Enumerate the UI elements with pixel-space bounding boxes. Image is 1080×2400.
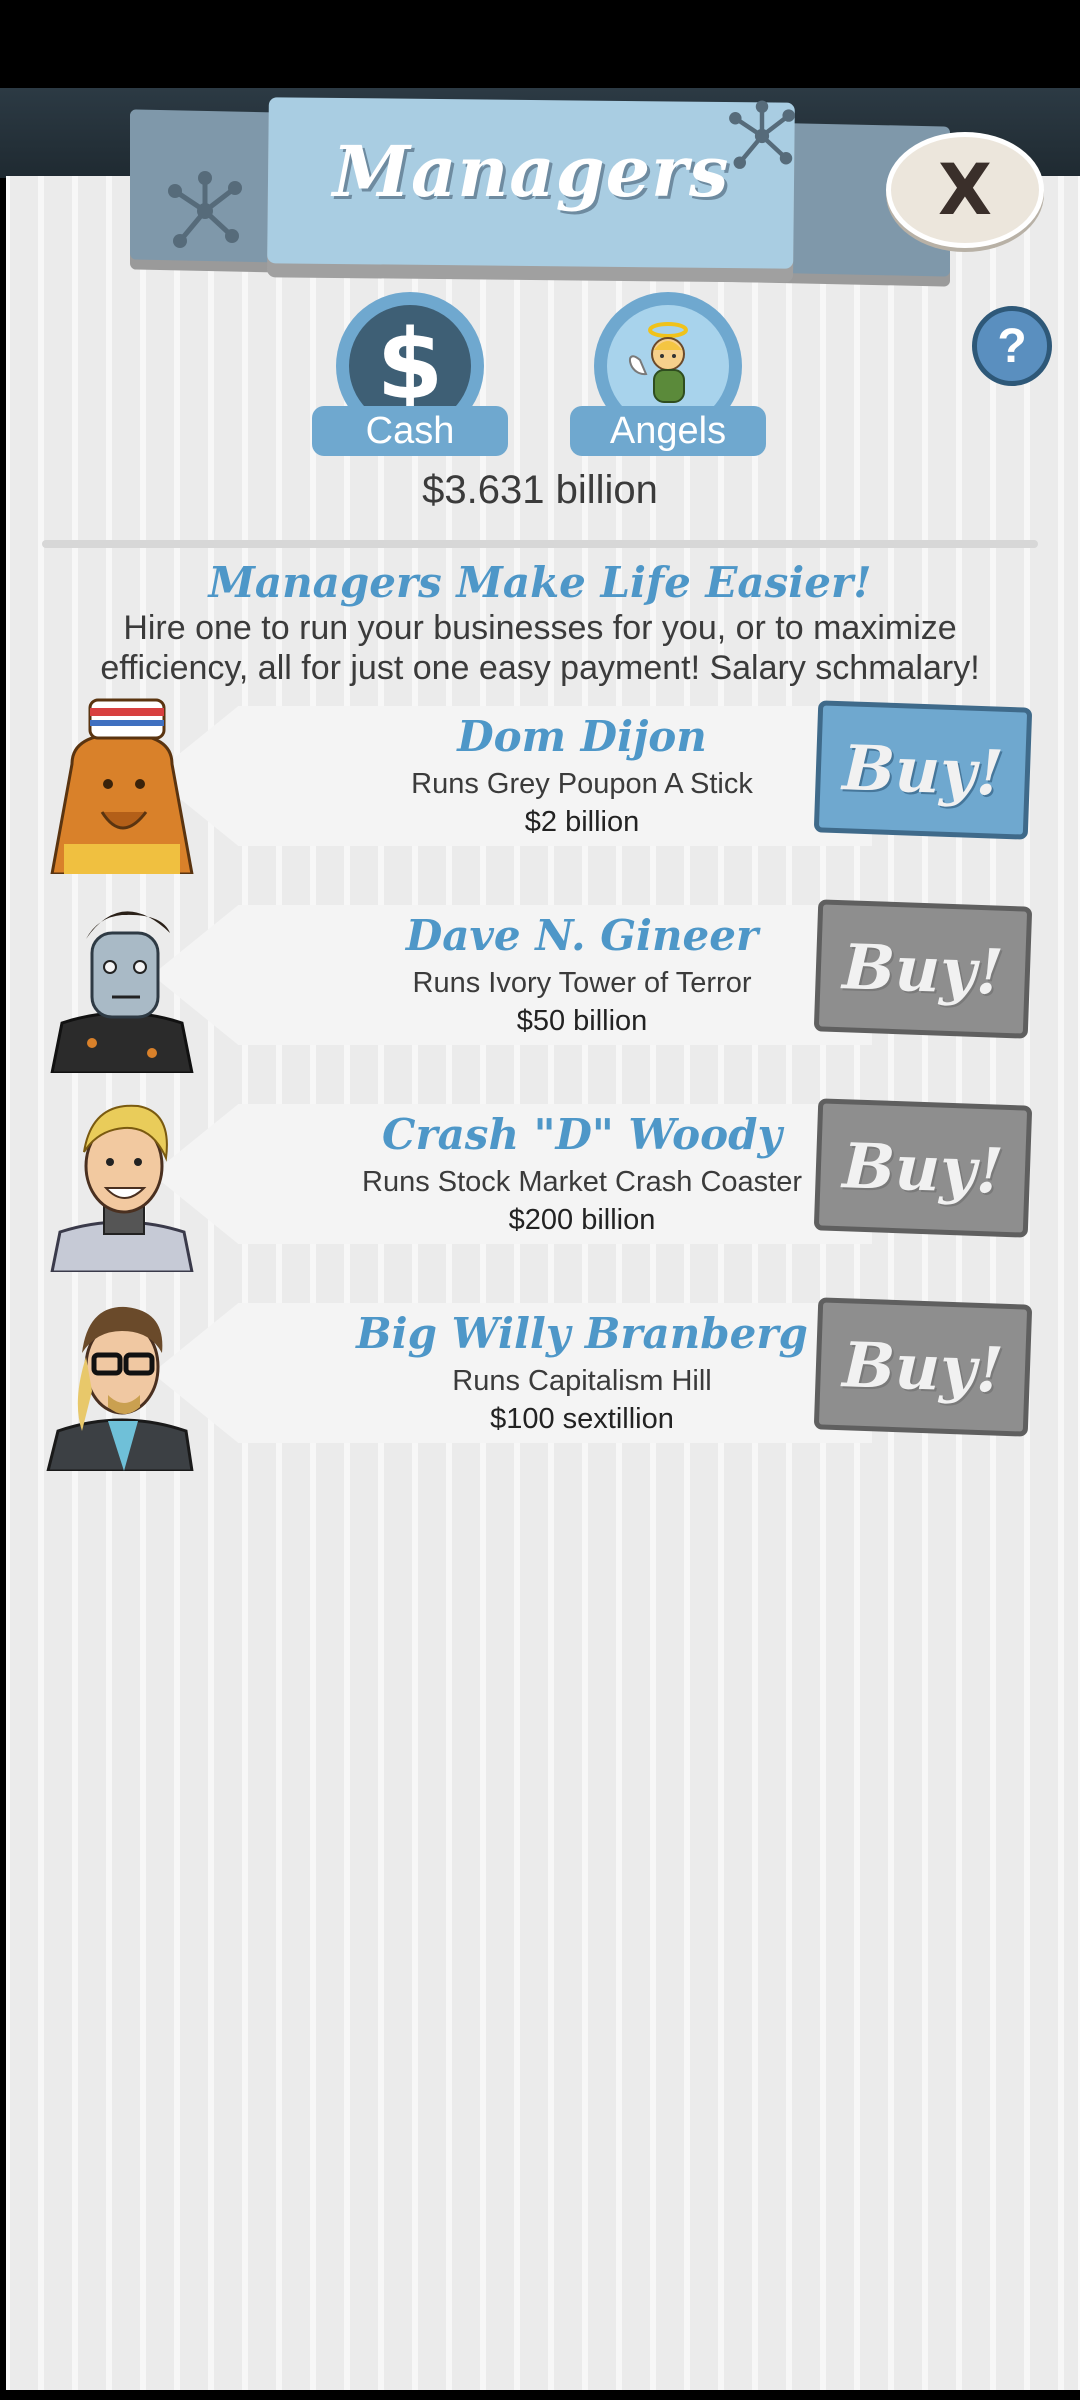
promo-text: Hire one to run your businesses for you,… [100, 609, 980, 687]
buy-button[interactable]: Buy! [813, 899, 1033, 1039]
robot-man-avatar [42, 893, 202, 1075]
status-bar [0, 0, 1080, 88]
tab-cash-label: Cash [312, 406, 508, 456]
help-button[interactable]: ? [972, 306, 1052, 386]
mustard-bottle-avatar [42, 694, 202, 876]
buy-button[interactable]: Buy! [813, 1297, 1033, 1437]
page-title: Managers [332, 130, 730, 213]
tab-angels[interactable]: Angels [570, 292, 766, 462]
cash-balance: $3.631 billion [422, 468, 658, 512]
tab-cash[interactable]: $ Cash [312, 292, 508, 462]
manager-row: Dom Dijon Runs Grey Poupon A Stick $2 bi… [42, 694, 1042, 876]
buy-button[interactable]: Buy! [813, 700, 1033, 840]
buy-button[interactable]: Buy! [813, 1098, 1033, 1238]
svg-text:$: $ [377, 316, 444, 416]
atom-decoration-icon [722, 96, 802, 176]
atom-decoration-icon [160, 166, 250, 256]
blond-man-avatar [42, 1092, 202, 1274]
promo-title: Managers Make Life Easier! [208, 558, 872, 607]
manager-row: Big Willy Branberg Runs Capitalism Hill … [42, 1291, 1042, 1473]
manager-row: Dave N. Gineer Runs Ivory Tower of Terro… [42, 893, 1042, 1075]
close-button[interactable]: X [886, 132, 1044, 248]
manager-row: Crash "D" Woody Runs Stock Market Crash … [42, 1092, 1042, 1274]
tab-angels-label: Angels [570, 406, 766, 456]
divider [42, 540, 1038, 548]
glasses-man-avatar [42, 1291, 202, 1473]
